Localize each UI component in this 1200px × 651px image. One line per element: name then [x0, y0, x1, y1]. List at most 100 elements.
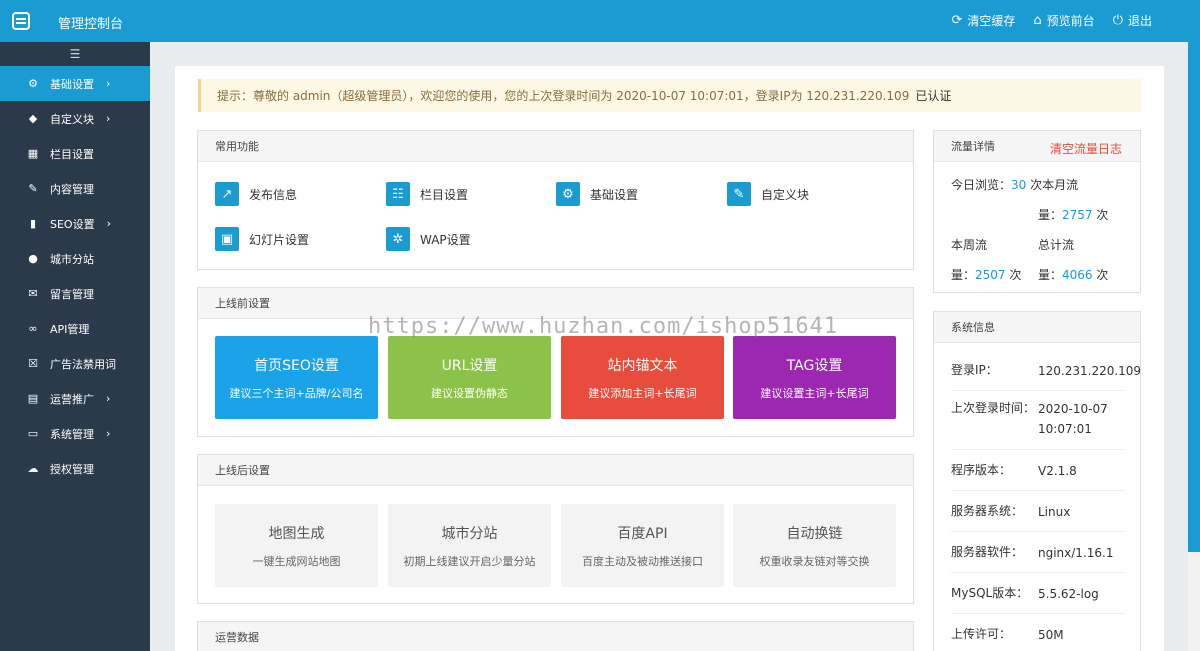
- divider: [951, 490, 1125, 491]
- sidebar-toggle-icon[interactable]: ☰: [0, 42, 150, 66]
- sidebar-item-promotion[interactable]: ▤ 运营推广 ›: [0, 381, 150, 416]
- common-functions-panel: 常用功能 ↗ 发布信息 ☷ 栏目设置 ⚙ 基础设置 ✎ 自定义块 ▣ 幻灯片设置…: [197, 130, 914, 270]
- quick-label: 栏目设置: [420, 187, 469, 202]
- tile-title: URL设置: [441, 357, 498, 374]
- chevron-right-icon: ›: [106, 112, 111, 125]
- tile-baidu-api[interactable]: 百度API 百度主动及被动推送接口: [561, 504, 724, 587]
- pre-launch-panel: 上线前设置 首页SEO设置 建议三个主词+品牌/公司名 URL设置 建议设置伪静…: [197, 287, 914, 437]
- sidebar-item-city-sites[interactable]: ● 城市分站: [0, 241, 150, 276]
- sidebar-item-messages[interactable]: ✉ 留言管理: [0, 276, 150, 311]
- info-value: 120.231.220.109: [1038, 364, 1142, 378]
- grid-icon: ▦: [27, 147, 39, 160]
- edit-icon: ✎: [28, 182, 38, 195]
- unit-label: 次: [1030, 178, 1043, 192]
- chevron-right-icon: ›: [106, 427, 111, 440]
- clear-cache-label: 清空缓存: [967, 14, 1016, 28]
- quick-wap-settings[interactable]: ✲ WAP设置: [386, 227, 471, 251]
- divider: [951, 613, 1125, 614]
- sidebar-item-api[interactable]: ∞ API管理: [0, 311, 150, 346]
- info-value: 50M: [1038, 628, 1064, 642]
- cloud-upload-icon: ☁: [27, 462, 39, 475]
- refresh-icon: ⟳: [951, 13, 963, 28]
- unit-label: 次: [1096, 208, 1109, 222]
- info-key: MySQL版本：: [951, 586, 1029, 600]
- month-views: 量：2757 次: [1038, 206, 1108, 223]
- bar-chart-icon: ▮: [29, 217, 37, 230]
- post-launch-panel: 上线后设置 地图生成 一键生成网站地图 城市分站 初期上线建议开启少量分站 百度…: [197, 454, 914, 604]
- today-label: 今日浏览：: [951, 178, 1012, 192]
- sidebar: ☰ ⚙ 基础设置 › ◆ 自定义块 › ▦ 栏目设置 ✎ 内容管理 ▮ SEO设…: [0, 42, 150, 651]
- quick-publish-info[interactable]: ↗ 发布信息: [215, 182, 297, 206]
- slides-icon: ▣: [215, 227, 239, 251]
- gear-icon: ⚙: [556, 182, 580, 206]
- tile-desc: 一键生成网站地图: [252, 554, 341, 568]
- sidebar-item-license[interactable]: ☁ 授权管理: [0, 451, 150, 486]
- preview-frontend-button[interactable]: ⌂ 预览前台: [1033, 12, 1094, 29]
- sidebar-item-column-settings[interactable]: ▦ 栏目设置: [0, 136, 150, 171]
- tile-title: 自动换链: [786, 525, 843, 542]
- divider: [951, 449, 1125, 450]
- quick-column-settings[interactable]: ☷ 栏目设置: [386, 182, 468, 206]
- week-label-row: 本周流: [951, 236, 987, 253]
- month-label: 本月流: [1042, 178, 1079, 192]
- comment-icon: ✉: [28, 287, 38, 300]
- sidebar-item-label: 广告法禁用词: [50, 357, 116, 371]
- total-label-row: 总计流: [1038, 236, 1074, 253]
- sidebar-item-banned-words[interactable]: ☒ 广告法禁用词: [0, 346, 150, 381]
- tile-home-seo[interactable]: 首页SEO设置 建议三个主词+品牌/公司名: [215, 336, 378, 419]
- tile-city-sites[interactable]: 城市分站 初期上线建议开启少量分站: [388, 504, 551, 587]
- tile-auto-links[interactable]: 自动换链 权重收录友链对等交换: [733, 504, 896, 587]
- tile-desc: 权重收录友链对等交换: [759, 554, 870, 568]
- chevron-right-icon: ›: [106, 392, 111, 405]
- month-value: 2757: [1062, 208, 1093, 222]
- tile-tag-settings[interactable]: TAG设置 建议设置主词+长尾词: [733, 336, 896, 419]
- preview-frontend-label: 预览前台: [1046, 14, 1095, 28]
- total-label: 总计流: [1038, 238, 1075, 252]
- total-label-suffix: 量：: [1038, 268, 1063, 282]
- sidebar-item-label: SEO设置: [50, 217, 95, 231]
- quick-slides-settings[interactable]: ▣ 幻灯片设置: [215, 227, 309, 251]
- scrollbar-thumb[interactable]: [1188, 42, 1200, 552]
- panel-title: 常用功能: [198, 131, 913, 162]
- tile-url-settings[interactable]: URL设置 建议设置伪静态: [388, 336, 551, 419]
- panel-title: 上线后设置: [198, 455, 913, 486]
- share-icon: ↗: [215, 182, 239, 206]
- sidebar-item-custom-blocks[interactable]: ◆ 自定义块 ›: [0, 101, 150, 136]
- sidebar-item-seo-settings[interactable]: ▮ SEO设置 ›: [0, 206, 150, 241]
- sidebar-item-label: 基础设置: [50, 77, 94, 91]
- tile-title: 百度API: [617, 525, 668, 542]
- clear-cache-button[interactable]: ⟳ 清空缓存: [951, 12, 1015, 29]
- tile-sitemap[interactable]: 地图生成 一键生成网站地图: [215, 504, 378, 587]
- info-key: 服务器软件：: [951, 545, 1024, 559]
- tile-anchor-text[interactable]: 站内锚文本 建议添加主词+长尾词: [561, 336, 724, 419]
- tile-desc: 百度主动及被动推送接口: [582, 554, 703, 568]
- tile-desc: 建议三个主词+品牌/公司名: [229, 386, 364, 400]
- cog-icon: ✲: [386, 227, 410, 251]
- sidebar-item-label: 自定义块: [50, 112, 94, 126]
- week-label-suffix: 量：: [951, 268, 976, 282]
- quick-label: 发布信息: [249, 187, 298, 202]
- close-box-icon: ☒: [28, 357, 38, 370]
- clear-traffic-log-link[interactable]: 清空流量日志: [1050, 140, 1122, 157]
- home-icon: ⌂: [1033, 13, 1042, 28]
- quick-label: WAP设置: [420, 232, 471, 247]
- operations-panel: 运营数据: [197, 621, 914, 651]
- sidebar-item-basic-settings[interactable]: ⚙ 基础设置 ›: [0, 66, 150, 101]
- quick-basic-settings[interactable]: ⚙ 基础设置: [556, 182, 638, 206]
- unit-label: 次: [1009, 268, 1022, 282]
- gear-icon: ⚙: [28, 77, 38, 90]
- logout-button[interactable]: ⏻ 退出: [1113, 12, 1152, 29]
- divider: [951, 531, 1125, 532]
- today-views: 今日浏览：30 次本月流: [951, 176, 1078, 193]
- power-icon: ⏻: [1112, 13, 1123, 28]
- info-value: Linux: [1038, 505, 1071, 519]
- sidebar-item-content-management[interactable]: ✎ 内容管理: [0, 171, 150, 206]
- total-value: 4066: [1062, 268, 1093, 282]
- sidebar-item-label: API管理: [50, 322, 90, 336]
- edit-list-icon: ✎: [727, 182, 751, 206]
- tile-title: 首页SEO设置: [254, 357, 339, 374]
- sidebar-item-system[interactable]: ▭ 系统管理 ›: [0, 416, 150, 451]
- info-key: 上传许可：: [951, 627, 1012, 641]
- quick-custom-blocks[interactable]: ✎ 自定义块: [727, 182, 809, 206]
- logo[interactable]: [0, 0, 42, 42]
